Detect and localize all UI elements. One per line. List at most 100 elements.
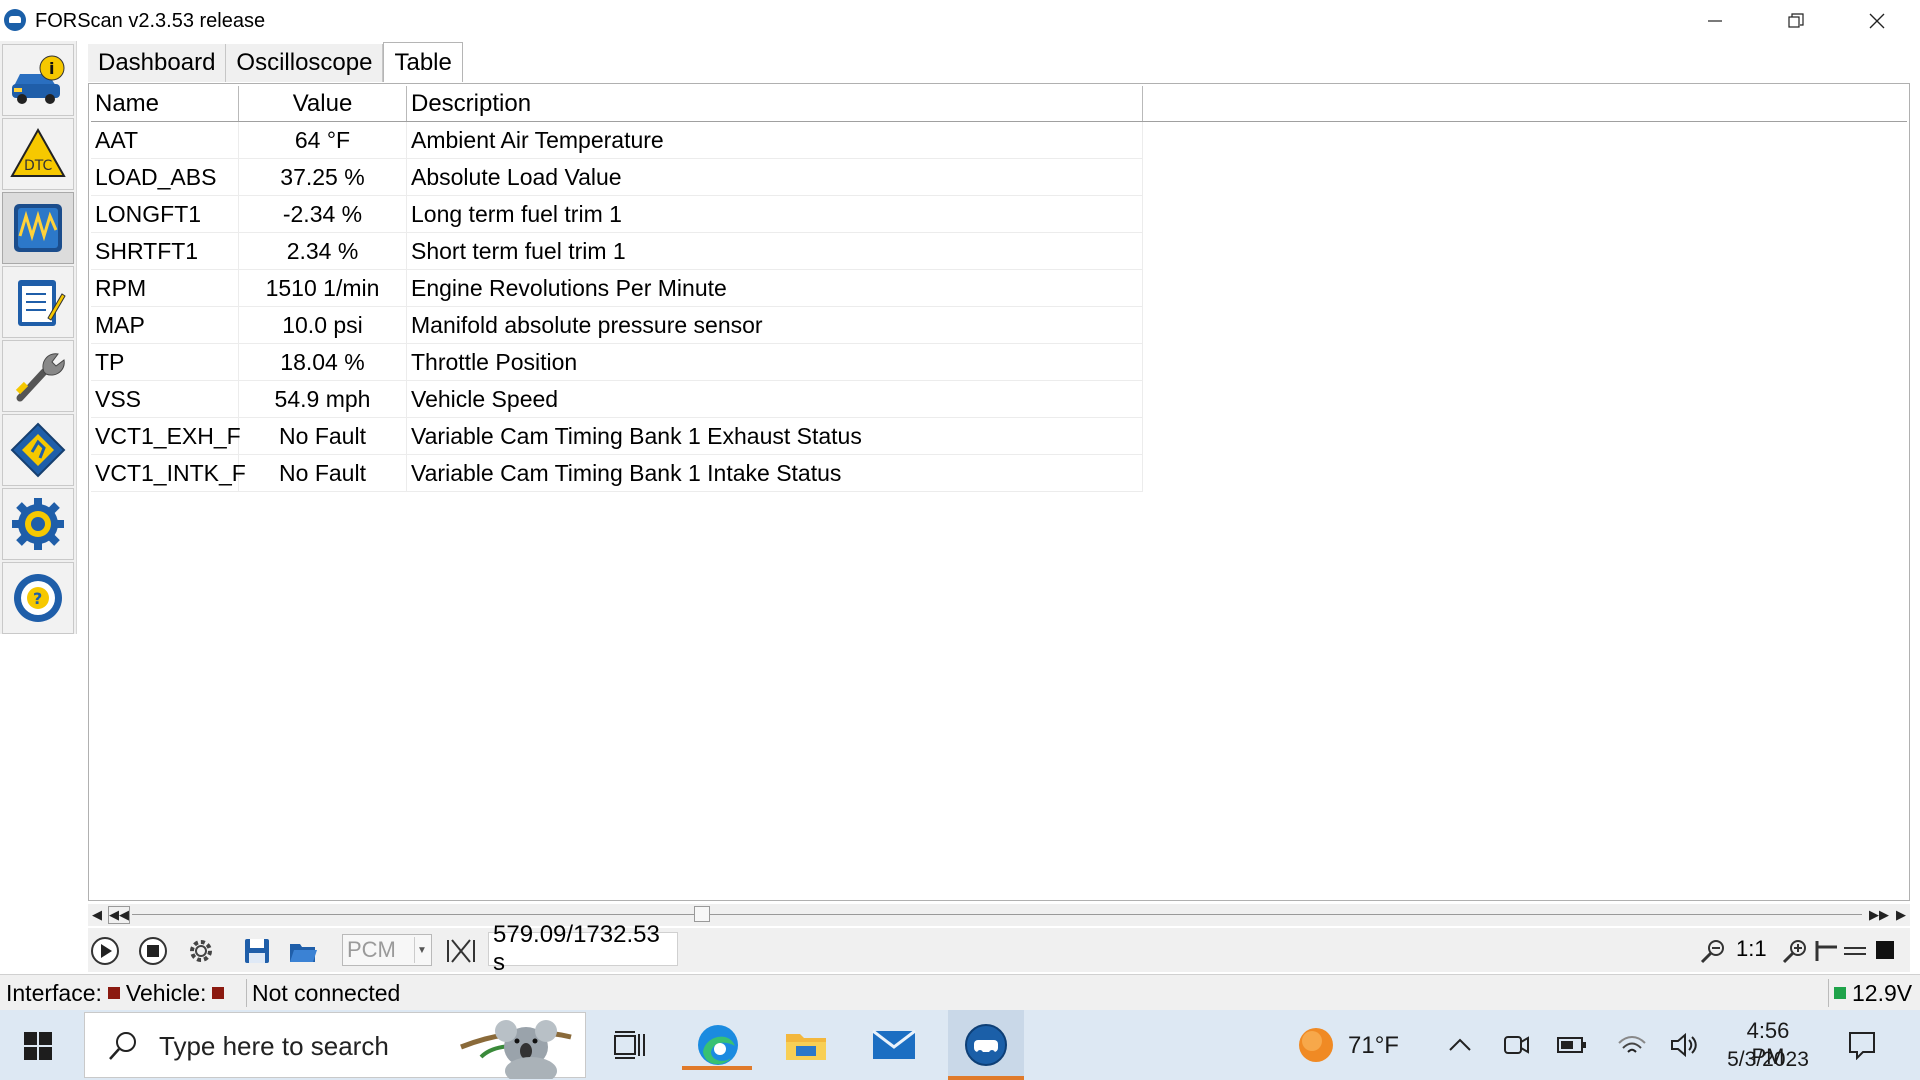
- cell-value: 64 °F: [239, 122, 407, 158]
- cell-description: Variable Cam Timing Bank 1 Exhaust Statu…: [407, 418, 1143, 454]
- settings-button[interactable]: [2, 488, 74, 560]
- table-row[interactable]: LONGFT1 -2.34 % Long term fuel trim 1: [91, 196, 1143, 233]
- column-header-name[interactable]: Name: [91, 86, 239, 121]
- svg-text:DTC: DTC: [24, 158, 53, 174]
- restore-button[interactable]: [1756, 0, 1836, 41]
- cell-description: Short term fuel trim 1: [407, 233, 1143, 269]
- folder-open-icon: [290, 944, 317, 962]
- column-header-value[interactable]: Value: [239, 86, 407, 121]
- view-tabs: Dashboard Oscilloscope Table: [88, 42, 463, 82]
- battery-icon[interactable]: [1542, 1020, 1602, 1070]
- close-button[interactable]: [1837, 0, 1917, 41]
- cell-name: AAT: [91, 122, 239, 158]
- open-button[interactable]: [286, 934, 320, 968]
- table-row[interactable]: VSS 54.9 mph Vehicle Speed: [91, 381, 1143, 418]
- playback-toolbar: PCM ▼ 579.09/1732.53 s 1:1: [88, 921, 1910, 976]
- stop-icon: [139, 937, 167, 965]
- wifi-icon[interactable]: [1602, 1020, 1662, 1070]
- scroll-track[interactable]: [132, 914, 1862, 915]
- dtc-button[interactable]: DTC: [2, 118, 74, 190]
- restore-icon: [1788, 12, 1804, 28]
- fullscreen-button[interactable]: [1868, 934, 1902, 968]
- clear-button[interactable]: [444, 934, 478, 968]
- table-row[interactable]: RPM 1510 1/min Engine Revolutions Per Mi…: [91, 270, 1143, 307]
- tests-button[interactable]: [2, 266, 74, 338]
- oscilloscope-button[interactable]: [2, 192, 74, 264]
- table-row[interactable]: VCT1_INTK_F No Fault Variable Cam Timing…: [91, 455, 1143, 492]
- file-explorer-icon[interactable]: [776, 1020, 836, 1070]
- table-body: AAT 64 °F Ambient Air Temperature LOAD_A…: [91, 122, 1143, 492]
- scroll-left-arrow-icon[interactable]: ◀: [88, 906, 106, 924]
- table-row[interactable]: LOAD_ABS 37.25 % Absolute Load Value: [91, 159, 1143, 196]
- fit-view-button[interactable]: [1838, 934, 1872, 968]
- time-scrollbar[interactable]: ◀ ◀◀ ▶▶ ▶: [88, 904, 1910, 926]
- taskbar-search[interactable]: Type here to search: [84, 1012, 586, 1079]
- cell-value: 37.25 %: [239, 159, 407, 195]
- windows-taskbar: Type here to search 71°F 4:56 PM 5/3/202…: [0, 1010, 1920, 1080]
- weather-sun-icon[interactable]: [1286, 1020, 1346, 1070]
- dtc-warning-icon: DTC: [10, 127, 66, 177]
- svg-text:i: i: [49, 59, 54, 78]
- zoom-ratio[interactable]: 1:1: [1736, 936, 1767, 962]
- active-app-indicator: [948, 1076, 1024, 1080]
- cell-value: 1510 1/min: [239, 270, 407, 306]
- mail-icon[interactable]: [864, 1020, 924, 1070]
- minimize-button[interactable]: [1675, 0, 1755, 41]
- vehicle-info-button[interactable]: i: [2, 44, 74, 116]
- cell-description: Manifold absolute pressure sensor: [407, 307, 1143, 343]
- config-button[interactable]: [184, 934, 218, 968]
- save-button[interactable]: [240, 934, 274, 968]
- minimize-icon: [1708, 19, 1722, 22]
- tab-oscilloscope[interactable]: Oscilloscope: [226, 44, 384, 82]
- tab-table[interactable]: Table: [383, 42, 463, 82]
- gear-icon: [190, 940, 212, 962]
- scroll-to-end-icon[interactable]: ▶▶: [1868, 906, 1890, 924]
- scroll-thumb[interactable]: [694, 906, 710, 922]
- zoom-out-button[interactable]: [1696, 934, 1730, 968]
- table-header: Name Value Description: [91, 86, 1907, 122]
- table-row[interactable]: TP 18.04 % Throttle Position: [91, 344, 1143, 381]
- cursor-mode-button[interactable]: [1808, 934, 1842, 968]
- scroll-to-start-icon[interactable]: ◀◀: [108, 906, 130, 924]
- forscan-taskbar-icon[interactable]: [948, 1010, 1024, 1080]
- modules-button[interactable]: [2, 414, 74, 486]
- windows-start-icon[interactable]: [24, 1032, 52, 1060]
- connection-status: Not connected: [252, 979, 401, 1006]
- table-row[interactable]: VCT1_EXH_F No Fault Variable Cam Timing …: [91, 418, 1143, 455]
- play-button[interactable]: [88, 934, 122, 968]
- tab-dashboard[interactable]: Dashboard: [88, 44, 227, 82]
- task-view-icon[interactable]: [600, 1020, 660, 1070]
- search-placeholder: Type here to search: [159, 1031, 389, 1061]
- cell-name: LONGFT1: [91, 196, 239, 232]
- cell-name: VCT1_INTK_F: [91, 455, 246, 491]
- table-row[interactable]: MAP 10.0 psi Manifold absolute pressure …: [91, 307, 1143, 344]
- clear-x-icon: [447, 939, 475, 963]
- zoom-in-button[interactable]: [1778, 934, 1812, 968]
- cursor-marker-icon: [1815, 941, 1837, 961]
- clock-date[interactable]: 5/3/2023: [1726, 1048, 1810, 1072]
- notification-center-icon[interactable]: [1832, 1020, 1892, 1070]
- volume-icon[interactable]: [1654, 1020, 1714, 1070]
- edge-browser-icon[interactable]: [682, 1020, 752, 1070]
- service-button[interactable]: [2, 340, 74, 412]
- weather-temperature[interactable]: 71°F: [1348, 1032, 1399, 1060]
- koala-illustration-icon: [460, 1020, 572, 1079]
- cell-name: TP: [91, 344, 239, 380]
- forscan-app-icon: [4, 9, 26, 31]
- column-header-description[interactable]: Description: [407, 86, 1143, 121]
- help-button[interactable]: ?: [2, 562, 74, 634]
- cell-description: Vehicle Speed: [407, 381, 1143, 417]
- scroll-right-arrow-icon[interactable]: ▶: [1892, 906, 1910, 924]
- checklist-icon: [18, 280, 66, 326]
- table-row[interactable]: AAT 64 °F Ambient Air Temperature: [91, 122, 1143, 159]
- active-app-indicator: [682, 1066, 752, 1070]
- meet-now-icon[interactable]: [1486, 1020, 1546, 1070]
- column-header-empty: [1143, 86, 1907, 121]
- module-select[interactable]: PCM ▼: [342, 934, 432, 966]
- voltage-status: 12.9V: [1832, 979, 1912, 1007]
- chevron-up-icon[interactable]: [1430, 1020, 1490, 1070]
- horizontal-lines-icon: [1844, 947, 1866, 955]
- stop-button[interactable]: [136, 934, 170, 968]
- table-row[interactable]: SHRTFT1 2.34 % Short term fuel trim 1: [91, 233, 1143, 270]
- status-divider: [1828, 979, 1829, 1007]
